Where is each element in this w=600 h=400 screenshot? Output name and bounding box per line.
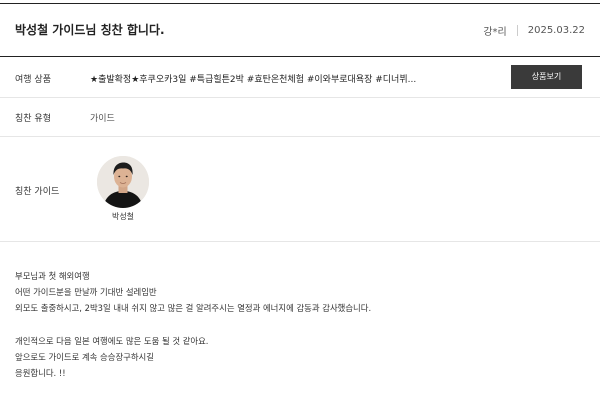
praise-guide-label: 칭찬 가이드 — [15, 187, 60, 197]
guide-avatar — [97, 156, 149, 208]
content-line: 앞으로도 가이드로 계속 승승장구하시길 — [15, 351, 154, 362]
product-row: 여행 상품 ★출발확정★후쿠오카3일 #특급힐튼2박 #효탄온천체험 #이와부로… — [0, 57, 600, 98]
review-author: 강*리 — [483, 27, 507, 38]
guide-name: 박성철 — [111, 212, 135, 221]
content-line: 외모도 출중하시고, 2박3일 내내 쉬지 않고 많은 걸 알려주시는 열정과 … — [15, 303, 372, 314]
praise-type-value: 가이드 — [90, 114, 115, 124]
praise-guide-row: 칭찬 가이드 박성철 — [0, 137, 600, 242]
review-date: 2025.03.22 — [527, 25, 585, 36]
praise-type-label: 칭찬 유형 — [15, 114, 51, 124]
view-product-button[interactable]: 상품보기 — [511, 65, 582, 89]
content-line: 어떤 가이드분을 만날까 기대반 설레임반 — [15, 287, 157, 298]
product-name[interactable]: ★출발확정★후쿠오카3일 #특급힐튼2박 #효탄온천체험 #이와부로대욕장 #디… — [90, 72, 420, 85]
content-blank-line — [15, 317, 371, 333]
praise-type-row: 칭찬 유형 가이드 — [0, 98, 600, 137]
content-line: 개인적으로 다음 일본 여행에도 많은 도움 될 것 같아요. — [15, 335, 209, 346]
guide-card[interactable]: 박성철 — [96, 156, 150, 222]
review-meta: 강*리 2025.03.22 — [483, 23, 585, 38]
meta-divider — [516, 25, 518, 36]
review-content: 부모님과 첫 해외여행 어떤 가이드분을 만날까 기대반 설레임반 외모도 출중… — [15, 268, 371, 381]
review-title: 박성철 가이드님 칭찬 합니다. — [15, 23, 165, 37]
product-label: 여행 상품 — [15, 75, 51, 85]
content-line: 부모님과 첫 해외여행 — [15, 271, 90, 281]
review-header: 박성철 가이드님 칭찬 합니다. 강*리 2025.03.22 — [0, 4, 600, 57]
content-line: 응원합니다. !! — [15, 368, 66, 379]
review-detail: 박성철 가이드님 칭찬 합니다. 강*리 2025.03.22 여행 상품 ★출… — [0, 0, 600, 400]
guide-photo — [97, 156, 149, 208]
